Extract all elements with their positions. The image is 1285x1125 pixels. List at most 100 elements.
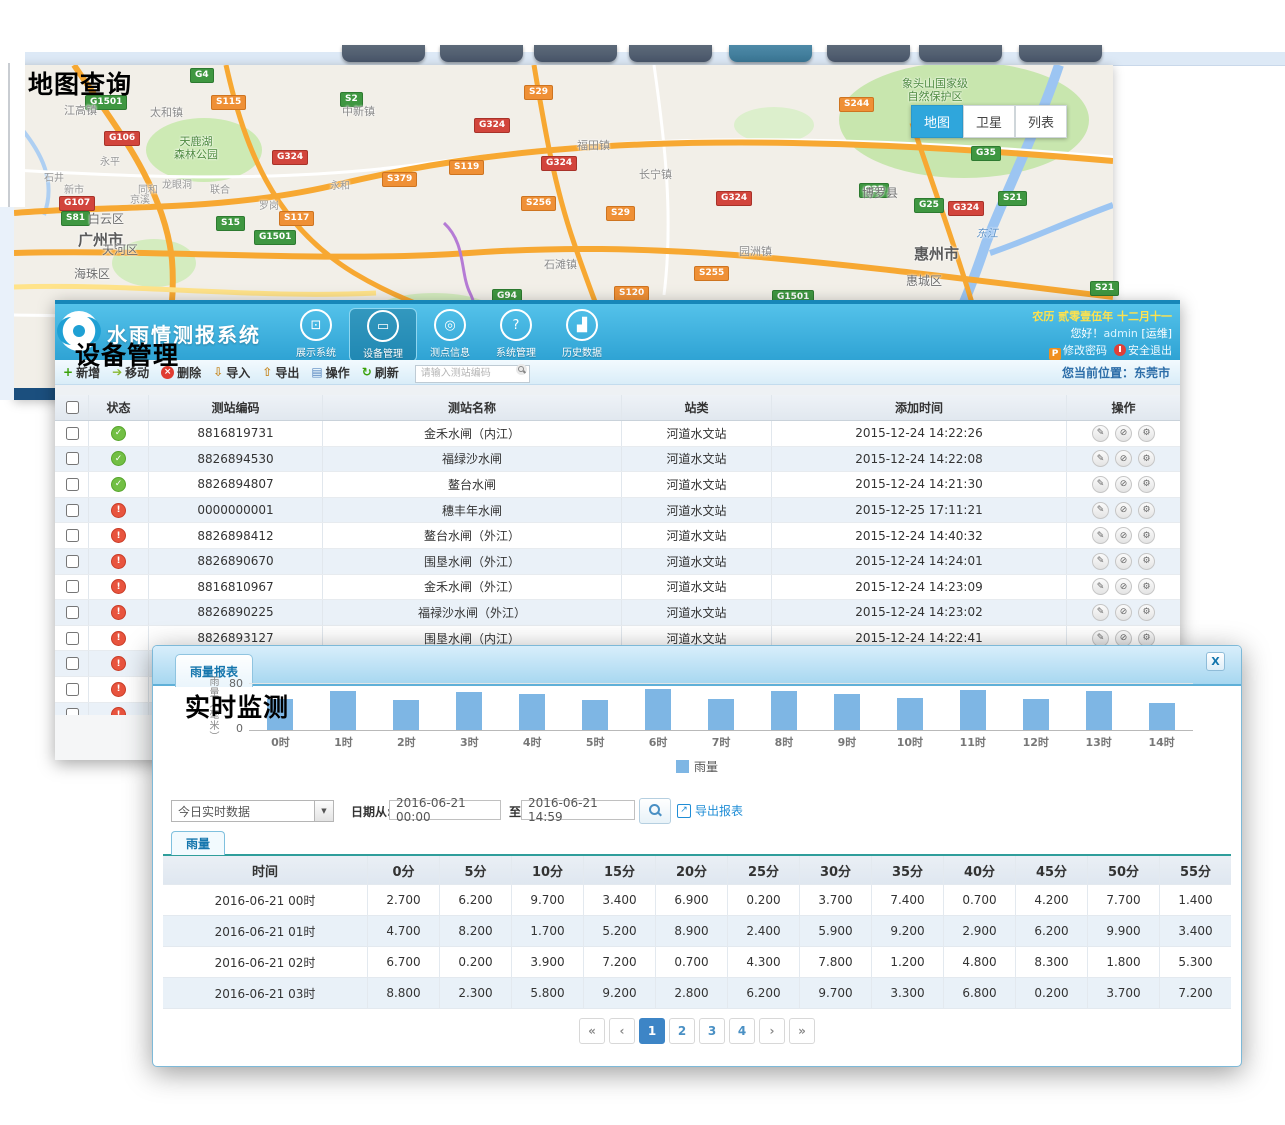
row-checkbox[interactable]: [66, 683, 79, 696]
pagination-page-1[interactable]: 1: [639, 1018, 665, 1044]
edit-icon[interactable]: ✎: [1092, 604, 1109, 621]
table-cell: 福禄沙水闸（外江）: [323, 600, 622, 625]
table-cell: 河道水文站: [622, 498, 772, 523]
row-checkbox[interactable]: [66, 580, 79, 593]
map-view-button-地图[interactable]: 地图: [911, 105, 963, 138]
row-checkbox[interactable]: [66, 632, 79, 645]
date-from-input[interactable]: 2016-06-21 00:00: [389, 800, 501, 820]
toolbar-button-导入[interactable]: ⇩导入: [213, 364, 250, 381]
table-row[interactable]: ✓8826894807鳌台水闸河道水文站2015-12-24 14:21:30✎…: [55, 472, 1180, 498]
rainfall-cell: 4.300: [728, 947, 800, 977]
date-to-input[interactable]: 2016-06-21 14:59: [521, 800, 635, 820]
settings-icon[interactable]: ⚙: [1138, 604, 1155, 621]
settings-icon[interactable]: ⚙: [1138, 630, 1155, 647]
header-cell: 25分: [728, 856, 800, 884]
row-checkbox[interactable]: [66, 478, 79, 491]
nav-item[interactable]: ◎测点信息: [417, 308, 483, 360]
row-checkbox[interactable]: [66, 529, 79, 542]
edit-icon[interactable]: ✎: [1092, 502, 1109, 519]
edit-icon[interactable]: ✎: [1092, 630, 1109, 647]
pagination-first[interactable]: «: [579, 1018, 605, 1044]
status-alert-icon: !: [111, 579, 126, 594]
header-cell: 55分: [1160, 856, 1231, 884]
toolbar-button-操作[interactable]: ▤操作: [311, 364, 349, 381]
edit-icon[interactable]: ✎: [1092, 527, 1109, 544]
table-cell: [55, 523, 89, 548]
settings-icon[interactable]: ⚙: [1138, 553, 1155, 570]
export-report-link[interactable]: ↗ 导出报表: [677, 802, 743, 819]
delete-icon[interactable]: ⊘: [1115, 425, 1132, 442]
row-checkbox[interactable]: [66, 504, 79, 517]
edit-icon[interactable]: ✎: [1092, 425, 1109, 442]
delete-icon[interactable]: ⊘: [1115, 502, 1132, 519]
settings-icon[interactable]: ⚙: [1138, 476, 1155, 493]
current-location: 您当前位置：东莞市: [1062, 364, 1170, 381]
pagination-page-2[interactable]: 2: [669, 1018, 695, 1044]
search-button[interactable]: [639, 798, 671, 824]
road-shield: S15: [216, 216, 245, 231]
rainfall-cell: 2.800: [656, 978, 728, 1008]
table-row[interactable]: ✓8816819731金禾水闸（内江）河道水文站2015-12-24 14:22…: [55, 421, 1180, 447]
settings-icon[interactable]: ⚙: [1138, 527, 1155, 544]
map-place-label: 惠城区: [906, 272, 942, 289]
pagination-prev[interactable]: ‹: [609, 1018, 635, 1044]
edit-icon[interactable]: ✎: [1092, 578, 1109, 595]
table-row[interactable]: !8826898412鳌台水闸（外江）河道水文站2015-12-24 14:40…: [55, 523, 1180, 549]
pagination-next[interactable]: ›: [759, 1018, 785, 1044]
road-shield: G324: [948, 201, 984, 216]
tab-rainfall[interactable]: 雨量: [171, 831, 225, 855]
change-password-link[interactable]: P修改密码: [1049, 344, 1107, 357]
table-cell: ✎ ⊘ ⚙: [1067, 600, 1180, 625]
logout-link[interactable]: 安全退出: [1114, 344, 1172, 357]
row-checkbox[interactable]: [66, 606, 79, 619]
background-tab-pill: [440, 45, 523, 62]
edit-icon[interactable]: ✎: [1092, 476, 1109, 493]
map-view-button-卫星[interactable]: 卫星: [963, 105, 1015, 138]
nav-item[interactable]: ?系统管理: [483, 308, 549, 360]
status-online-icon: ✓: [111, 451, 126, 466]
delete-icon[interactable]: ⊘: [1115, 476, 1132, 493]
row-checkbox[interactable]: [66, 555, 79, 568]
nav-item[interactable]: ⊡展示系统: [283, 308, 349, 360]
settings-icon[interactable]: ⚙: [1138, 450, 1155, 467]
delete-icon[interactable]: ⊘: [1115, 553, 1132, 570]
table-cell: ✓: [89, 421, 149, 446]
table-cell: 金禾水闸（内江）: [323, 421, 622, 446]
toolbar-button-刷新[interactable]: ↻刷新: [362, 364, 399, 381]
pagination-last[interactable]: »: [789, 1018, 815, 1044]
nav-item[interactable]: ▭设备管理: [349, 308, 417, 362]
road-shield: G1501: [254, 230, 296, 245]
select-all-checkbox[interactable]: [66, 401, 79, 414]
table-row[interactable]: !8826890225福禄沙水闸（外江）河道水文站2015-12-24 14:2…: [55, 600, 1180, 626]
settings-icon[interactable]: ⚙: [1138, 502, 1155, 519]
table-row[interactable]: !8816810967金禾水闸（外江）河道水文站2015-12-24 14:23…: [55, 575, 1180, 601]
delete-icon[interactable]: ⊘: [1115, 527, 1132, 544]
toolbar-button-导出[interactable]: ⇧导出: [262, 364, 299, 381]
nav-item[interactable]: ▟历史数据: [549, 308, 615, 360]
table-row[interactable]: !8826890670围垦水闸（外江）河道水文站2015-12-24 14:24…: [55, 549, 1180, 575]
map-view-button-列表[interactable]: 列表: [1015, 105, 1067, 138]
delete-icon[interactable]: ⊘: [1115, 578, 1132, 595]
station-search-input[interactable]: [415, 365, 530, 383]
row-checkbox[interactable]: [66, 452, 79, 465]
rainfall-cell: 0.700: [944, 885, 1016, 915]
delete-icon[interactable]: ⊘: [1115, 604, 1132, 621]
delete-icon[interactable]: ⊘: [1115, 450, 1132, 467]
pagination-page-3[interactable]: 3: [699, 1018, 725, 1044]
header-cell: 操作: [1067, 395, 1180, 420]
table-row[interactable]: !0000000001穗丰年水闸河道水文站2015-12-25 17:11:21…: [55, 498, 1180, 524]
row-checkbox[interactable]: [66, 427, 79, 440]
data-mode-select[interactable]: 今日实时数据 ▼: [171, 800, 334, 822]
row-checkbox[interactable]: [66, 657, 79, 670]
delete-icon[interactable]: ⊘: [1115, 630, 1132, 647]
table-row[interactable]: ✓8826894530福绿沙水闸河道水文站2015-12-24 14:22:08…: [55, 447, 1180, 473]
close-icon[interactable]: X: [1206, 652, 1225, 671]
settings-icon[interactable]: ⚙: [1138, 578, 1155, 595]
edit-icon[interactable]: ✎: [1092, 553, 1109, 570]
edit-icon[interactable]: ✎: [1092, 450, 1109, 467]
caption-realtime-monitor: 实时监测: [185, 688, 289, 724]
table-cell: 2015-12-25 17:11:21: [772, 498, 1067, 523]
settings-icon[interactable]: ⚙: [1138, 425, 1155, 442]
search-icon: [516, 364, 527, 375]
pagination-page-4[interactable]: 4: [729, 1018, 755, 1044]
